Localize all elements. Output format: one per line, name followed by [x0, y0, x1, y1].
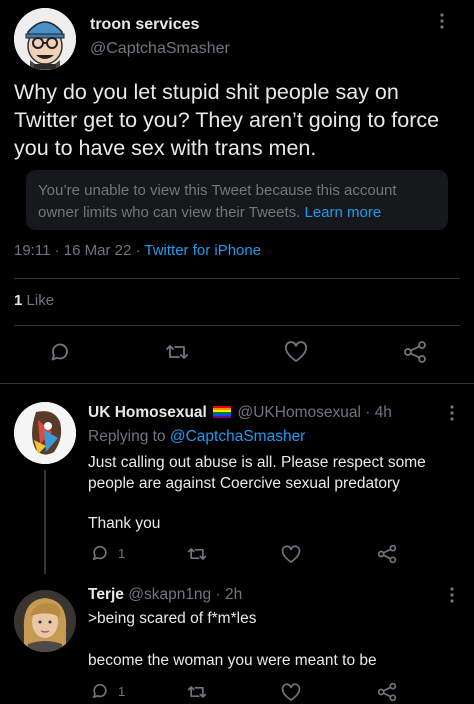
avatar-main-image	[14, 8, 76, 70]
divider	[0, 383, 474, 384]
reply-2-display-name[interactable]: Terje	[88, 586, 124, 603]
reply-2-handle[interactable]: @skapn1ng · 2h	[128, 586, 242, 603]
likes-label: Like	[26, 292, 55, 309]
like-icon[interactable]	[281, 683, 301, 702]
reply-icon	[90, 543, 110, 563]
reply-1-body-2: Thank you	[88, 515, 161, 532]
learn-more-link[interactable]: Learn more	[305, 204, 382, 221]
likes-stat[interactable]: 1 Like	[14, 292, 54, 309]
main-handle[interactable]: @CaptchaSmasher	[90, 40, 230, 58]
tweet-meta: 19:11 · 16 Mar 22 · Twitter for iPhone	[14, 242, 261, 259]
share-icon[interactable]	[402, 340, 428, 364]
share-icon[interactable]	[376, 544, 398, 564]
like-icon[interactable]	[284, 341, 308, 363]
more-icon[interactable]	[446, 586, 458, 604]
retweet-icon[interactable]	[164, 340, 190, 364]
reply-icon[interactable]	[48, 340, 72, 364]
avatar-reply-2-image	[14, 590, 76, 652]
reply-1-handle[interactable]: @UKHomosexual · 4h	[238, 404, 392, 421]
more-icon[interactable]	[446, 404, 458, 422]
pride-flag-icon	[213, 405, 232, 418]
tweet-source[interactable]: Twitter for iPhone	[144, 242, 261, 259]
tweet-timestamp[interactable]: 19:11 · 16 Mar 22 ·	[14, 242, 144, 259]
reply-count: 1	[118, 546, 126, 561]
more-icon[interactable]	[434, 12, 450, 30]
reply-1-header: UK Homosexual @UKHomosexual · 4h	[88, 404, 392, 422]
replying-prefix: Replying to	[88, 428, 170, 445]
reply-1-display-name[interactable]: UK Homosexual	[88, 404, 207, 421]
reply-icon	[90, 681, 110, 701]
retweet-icon[interactable]	[186, 544, 208, 564]
avatar-reply-1[interactable]	[14, 402, 76, 464]
main-display-name[interactable]: troon services	[90, 16, 199, 34]
share-icon[interactable]	[376, 682, 398, 702]
avatar-main[interactable]	[14, 8, 76, 70]
reply-2-body-2: become the woman you were meant to be	[88, 652, 377, 669]
replying-to-link[interactable]: @CaptchaSmasher	[170, 428, 306, 445]
like-icon[interactable]	[281, 545, 301, 564]
divider	[14, 278, 460, 279]
thread-line	[44, 470, 46, 574]
reply-1-replying-to: Replying to @CaptchaSmasher	[88, 428, 305, 446]
quoted-notice-text: You’re unable to view this Tweet because…	[38, 180, 438, 224]
likes-count: 1	[14, 292, 23, 309]
avatar-reply-2[interactable]	[14, 590, 76, 652]
main-tweet-body: Why do you let stupid shit people say on…	[14, 80, 440, 160]
retweet-icon[interactable]	[186, 682, 208, 702]
reply-2-body: >being scared of f*m*les	[88, 610, 257, 627]
avatar-reply-1-image	[14, 402, 76, 464]
divider	[14, 325, 460, 326]
reply-2-header: Terje @skapn1ng · 2h	[88, 586, 242, 604]
reply-count: 1	[118, 684, 126, 699]
quoted-tweet-unavailable: You’re unable to view this Tweet because…	[26, 170, 448, 230]
reply-1-body: Just calling out abuse is all. Please re…	[88, 454, 426, 492]
